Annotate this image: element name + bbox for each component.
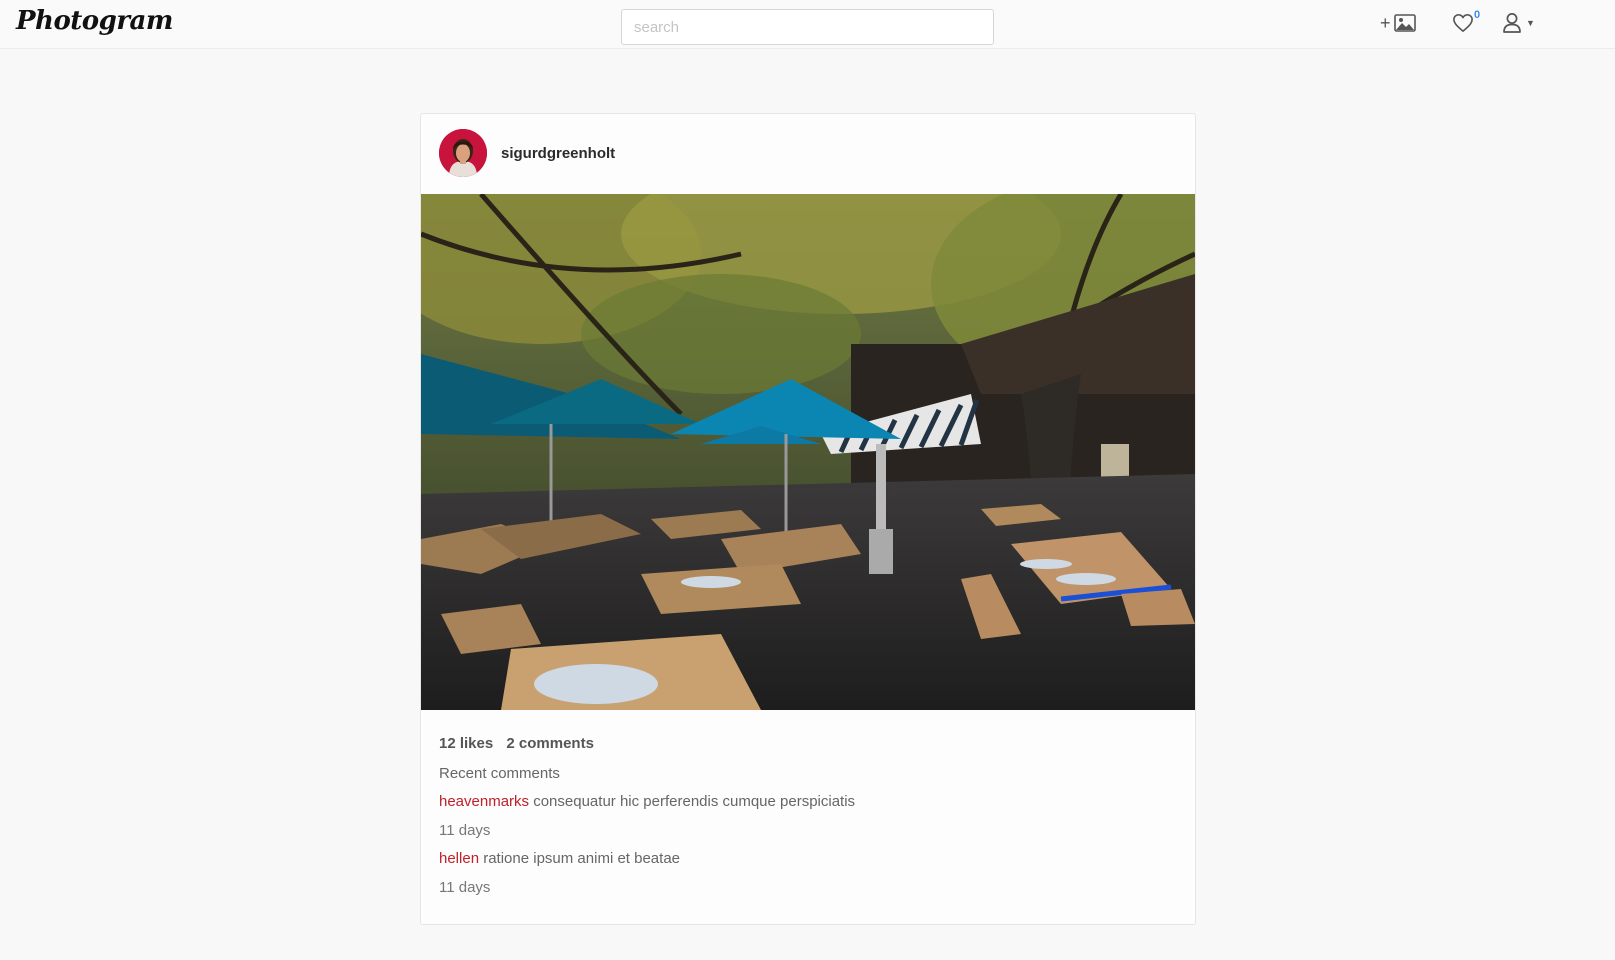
upload-photo-button[interactable]: + [1380, 8, 1422, 38]
post-header: sigurdgreenholt [439, 129, 615, 177]
add-image-icon [1393, 14, 1416, 32]
avatar-image [439, 129, 487, 177]
post-username[interactable]: sigurdgreenholt [501, 145, 615, 162]
comments-count[interactable]: 2 comments [506, 735, 594, 752]
post-stats: 12 likes 2 comments [439, 735, 603, 752]
likes-count[interactable]: 12 likes [439, 735, 493, 752]
likes-count-badge: 0 [1474, 9, 1481, 21]
post-card: sigurdgreenholt 12 likes 2 comments Rece… [420, 113, 1196, 925]
avatar[interactable] [439, 129, 487, 177]
comment-item: heavenmarks consequatur hic perferendis … [439, 793, 855, 810]
post-photo[interactable] [421, 194, 1195, 710]
comment-time: 11 days [439, 879, 491, 896]
user-menu-button[interactable]: ▼ [1502, 8, 1540, 38]
chevron-down-icon: ▼ [1526, 18, 1535, 28]
comment-author[interactable]: hellen [439, 850, 479, 867]
search-input[interactable] [621, 9, 994, 45]
brand-logo[interactable]: Photogram [16, 6, 173, 36]
notifications-likes-button[interactable]: 0 [1452, 8, 1484, 38]
recent-comments-label: Recent comments [439, 765, 560, 782]
comment-item: hellen ratione ipsum animi et beatae [439, 850, 680, 867]
heart-icon [1453, 14, 1473, 32]
comment-text: consequatur hic perferendis cumque persp… [533, 793, 856, 810]
plus-icon: + [1380, 13, 1391, 33]
comment-text: ratione ipsum animi et beatae [483, 850, 680, 867]
comment-author[interactable]: heavenmarks [439, 793, 529, 810]
comment-time: 11 days [439, 822, 491, 839]
user-icon [1503, 13, 1521, 33]
top-navbar: Photogram + 0 ▼ [0, 0, 1615, 49]
